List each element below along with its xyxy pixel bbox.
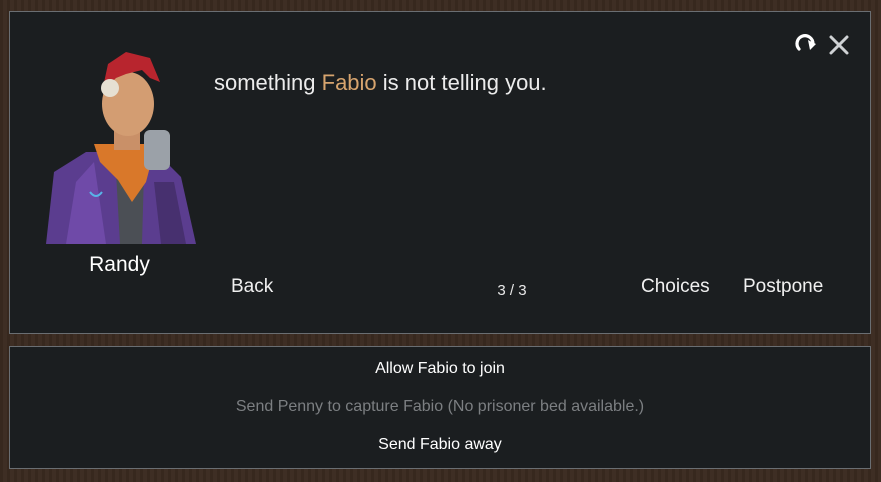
skip-forward-icon[interactable] xyxy=(794,32,820,58)
message-text-after: is not telling you. xyxy=(376,70,547,95)
dialog-controls xyxy=(794,32,852,58)
storyteller-dialog: Randy something Fabio is not telling you… xyxy=(9,11,871,334)
choice-allow-join[interactable]: Allow Fabio to join xyxy=(10,360,870,378)
highlighted-name: Fabio xyxy=(321,70,377,95)
page-counter: 3 / 3 xyxy=(497,282,527,299)
message-text-before: something xyxy=(214,70,322,95)
dialog-message: something Fabio is not telling you. xyxy=(214,70,547,96)
back-button[interactable]: Back xyxy=(231,276,273,298)
choices-button[interactable]: Choices xyxy=(641,276,710,298)
close-icon[interactable] xyxy=(826,32,852,58)
choice-capture-disabled: Send Penny to capture Fabio (No prisoner… xyxy=(235,398,645,415)
choice-send-away[interactable]: Send Fabio away xyxy=(10,436,870,454)
storyteller-portrait xyxy=(46,52,196,244)
postpone-button[interactable]: Postpone xyxy=(743,276,823,298)
speaker-name: Randy xyxy=(89,253,150,276)
choice-list: Allow Fabio to join Send Penny to captur… xyxy=(9,346,871,469)
